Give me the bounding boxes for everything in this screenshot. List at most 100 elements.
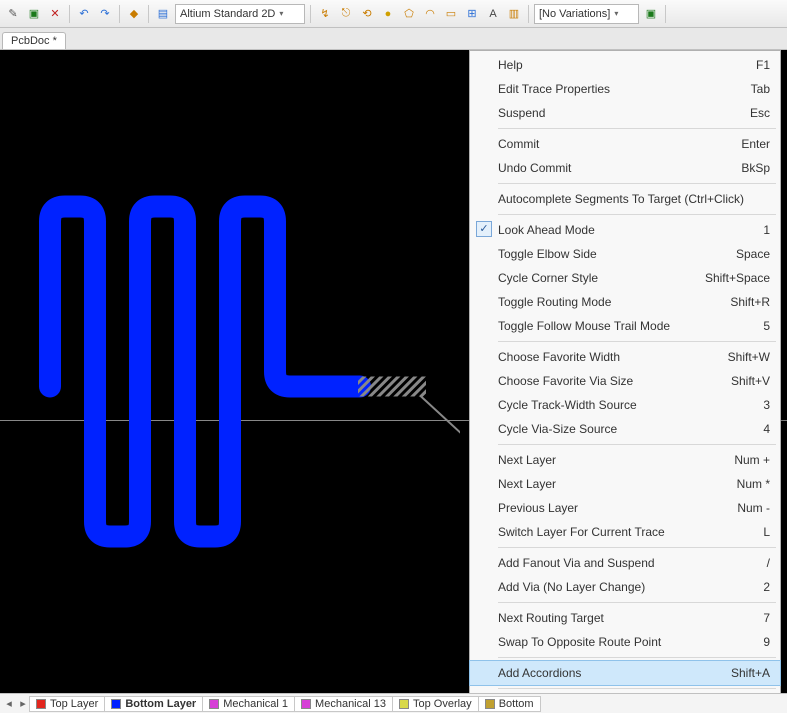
tool-icon[interactable]: ◆: [125, 5, 143, 23]
menu-item-cycle-via[interactable]: Cycle Via-Size Source4: [470, 417, 780, 441]
layers-icon[interactable]: ▤: [154, 5, 172, 23]
menu-item-label: Add Accordions: [498, 666, 719, 680]
rect-icon[interactable]: ▭: [442, 5, 460, 23]
route-icon[interactable]: ⎋: [337, 5, 355, 23]
menu-item-switch-layer[interactable]: Switch Layer For Current TraceL: [470, 520, 780, 544]
chip-icon[interactable]: ▣: [642, 5, 660, 23]
menu-separator: [498, 688, 776, 689]
menu-item-add-fanout[interactable]: Add Fanout Via and Suspend/: [470, 551, 780, 575]
menu-item-shortcut: Shift+R: [718, 295, 770, 309]
layer-tab-mechanical-13[interactable]: Mechanical 13: [294, 696, 393, 712]
layer-tabbar: ◂ ▸ Top Layer Bottom Layer Mechanical 1 Mec…: [0, 693, 787, 713]
menu-item-label: Look Ahead Mode: [498, 223, 751, 237]
menu-item-shortcut: 9: [751, 635, 770, 649]
layer-tab-top-layer[interactable]: Top Layer: [29, 696, 105, 712]
tool-icon[interactable]: ✕: [46, 5, 64, 23]
layer-tab-bottom-layer[interactable]: Bottom Layer: [104, 696, 203, 712]
menu-item-shortcut: /: [755, 556, 770, 570]
grid-icon[interactable]: ⊞: [463, 5, 481, 23]
menu-item-shortcut: Shift+W: [716, 350, 770, 364]
menu-item-label: Add Fanout Via and Suspend: [498, 556, 755, 570]
circle-icon[interactable]: ●: [379, 5, 397, 23]
variations-label: [No Variations]: [539, 8, 610, 20]
text-icon[interactable]: A: [484, 5, 502, 23]
document-tabstrip: PcbDoc *: [0, 28, 787, 50]
nav-next-icon[interactable]: ▸: [16, 697, 30, 710]
menu-item-label: Toggle Elbow Side: [498, 247, 724, 261]
menu-item-shortcut: L: [751, 525, 770, 539]
chevron-down-icon: ▾: [279, 9, 283, 18]
menu-separator: [498, 547, 776, 548]
layer-color-swatch: [301, 699, 311, 709]
menu-item-label: Next Routing Target: [498, 611, 751, 625]
layer-color-swatch: [209, 699, 219, 709]
menu-item-swap-route[interactable]: Swap To Opposite Route Point9: [470, 630, 780, 654]
view-mode-dropdown[interactable]: Altium Standard 2D ▾: [175, 4, 305, 24]
menu-item-next-layer-1[interactable]: Next LayerNum +: [470, 448, 780, 472]
menu-item-label: Next Layer: [498, 453, 722, 467]
tool-icon[interactable]: ✎: [4, 5, 22, 23]
menu-item-shortcut: 7: [751, 611, 770, 625]
menu-item-undo-commit[interactable]: Undo CommitBkSp: [470, 156, 780, 180]
redo-icon[interactable]: ↷: [96, 5, 114, 23]
menu-item-help[interactable]: HelpF1: [470, 53, 780, 77]
menu-item-toggle-elbow[interactable]: Toggle Elbow SideSpace: [470, 242, 780, 266]
separator: [119, 5, 120, 23]
menu-item-label: Autocomplete Segments To Target (Ctrl+Cl…: [498, 192, 758, 206]
separator: [528, 5, 529, 23]
menu-item-shortcut: Shift+Space: [693, 271, 770, 285]
layer-color-swatch: [111, 699, 121, 709]
menu-item-autocomplete[interactable]: Autocomplete Segments To Target (Ctrl+Cl…: [470, 187, 780, 211]
polygon-icon[interactable]: ⬠: [400, 5, 418, 23]
pcb-canvas[interactable]: HelpF1Edit Trace PropertiesTabSuspendEsc…: [0, 50, 787, 693]
layer-tab-bottom-more[interactable]: Bottom: [478, 696, 541, 712]
menu-item-prev-layer[interactable]: Previous LayerNum -: [470, 496, 780, 520]
menu-item-next-layer-2[interactable]: Next LayerNum *: [470, 472, 780, 496]
layer-tab-label: Bottom Layer: [125, 698, 196, 710]
menu-item-fav-width[interactable]: Choose Favorite WidthShift+W: [470, 345, 780, 369]
layer-tab-mechanical-1[interactable]: Mechanical 1: [202, 696, 295, 712]
layer-tab-label: Top Layer: [50, 698, 98, 710]
arc-icon[interactable]: ◠: [421, 5, 439, 23]
menu-item-edit-trace[interactable]: Edit Trace PropertiesTab: [470, 77, 780, 101]
menu-item-toggle-follow[interactable]: Toggle Follow Mouse Trail Mode5: [470, 314, 780, 338]
route-icon[interactable]: ↯: [316, 5, 334, 23]
ruler-icon[interactable]: ▥: [505, 5, 523, 23]
menu-item-shortcut: Shift+A: [719, 666, 770, 680]
menu-item-label: Swap To Opposite Route Point: [498, 635, 751, 649]
variations-dropdown[interactable]: [No Variations] ▾: [534, 4, 639, 24]
undo-icon[interactable]: ↶: [75, 5, 93, 23]
layer-color-swatch: [399, 699, 409, 709]
menu-item-fav-via[interactable]: Choose Favorite Via SizeShift+V: [470, 369, 780, 393]
menu-item-next-target[interactable]: Next Routing Target7: [470, 606, 780, 630]
menu-item-label: Cycle Via-Size Source: [498, 422, 751, 436]
menu-item-cycle-width[interactable]: Cycle Track-Width Source3: [470, 393, 780, 417]
menu-item-shortcut: BkSp: [729, 161, 770, 175]
document-tab[interactable]: PcbDoc *: [2, 32, 66, 49]
menu-item-add-via[interactable]: Add Via (No Layer Change)2: [470, 575, 780, 599]
layer-tab-top-overlay[interactable]: Top Overlay: [392, 696, 479, 712]
route-icon[interactable]: ⟲: [358, 5, 376, 23]
menu-item-cycle-corner[interactable]: Cycle Corner StyleShift+Space: [470, 266, 780, 290]
menu-item-label: Choose Favorite Via Size: [498, 374, 719, 388]
menu-item-shortcut: Num *: [725, 477, 770, 491]
menu-item-shortcut: 3: [751, 398, 770, 412]
routing-context-menu: HelpF1Edit Trace PropertiesTabSuspendEsc…: [469, 50, 781, 693]
menu-item-commit[interactable]: CommitEnter: [470, 132, 780, 156]
menu-item-shortcut: 1: [751, 223, 770, 237]
menu-item-suspend[interactable]: SuspendEsc: [470, 101, 780, 125]
menu-item-shortcut: 2: [751, 580, 770, 594]
layer-tab-label: Mechanical 1: [223, 698, 288, 710]
nav-prev-icon[interactable]: ◂: [2, 697, 16, 710]
menu-item-shortcut: Tab: [739, 82, 770, 96]
menu-item-shortcut: F1: [744, 58, 770, 72]
menu-item-add-accordions[interactable]: Add AccordionsShift+A: [470, 661, 780, 685]
menu-item-label: Previous Layer: [498, 501, 725, 515]
menu-item-look-ahead[interactable]: Look Ahead Mode1: [470, 218, 780, 242]
layer-color-swatch: [36, 699, 46, 709]
layer-tab-label: Bottom: [499, 698, 534, 710]
menu-item-toggle-routing[interactable]: Toggle Routing ModeShift+R: [470, 290, 780, 314]
layer-tab-label: Top Overlay: [413, 698, 472, 710]
tool-icon[interactable]: ▣: [25, 5, 43, 23]
menu-item-label: Next Layer: [498, 477, 725, 491]
